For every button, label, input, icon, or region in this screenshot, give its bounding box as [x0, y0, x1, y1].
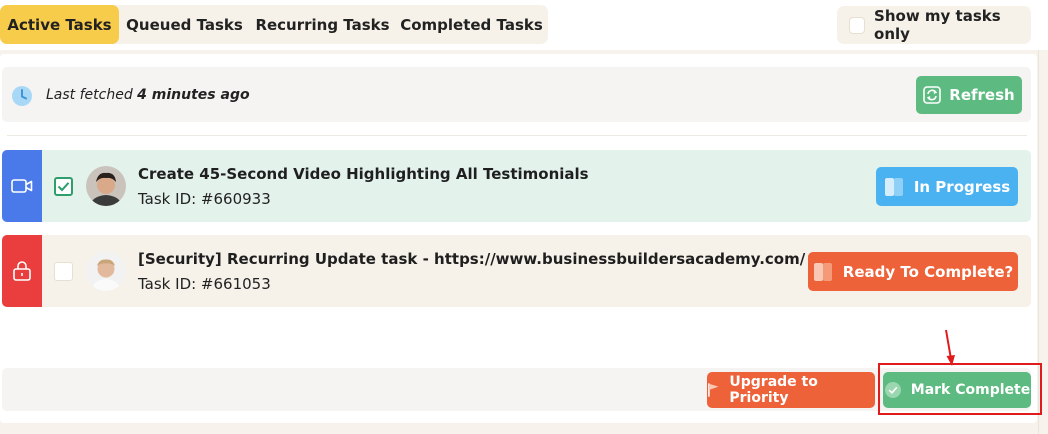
show-my-tasks-toggle[interactable]: Show my tasks only [837, 6, 1031, 44]
clock-icon [12, 86, 32, 106]
task-type-stripe [2, 235, 42, 307]
status-icon [813, 262, 832, 281]
task-title[interactable]: Create 45-Second Video Highlighting All … [138, 165, 589, 183]
tab-recurring-tasks[interactable]: Recurring Tasks [250, 5, 395, 44]
task-id: Task ID: #660933 [138, 190, 271, 208]
task-title[interactable]: [Security] Recurring Update task - https… [138, 250, 805, 268]
tab-queued-tasks[interactable]: Queued Tasks [119, 5, 250, 44]
upgrade-to-priority-label: Upgrade to Priority [729, 374, 818, 406]
annotation-arrow-icon [945, 329, 955, 366]
status-icon [884, 177, 903, 196]
tab-active-tasks[interactable]: Active Tasks [0, 5, 119, 44]
checkmark-icon [57, 182, 70, 192]
refresh-button[interactable]: Refresh [916, 76, 1022, 114]
task-row[interactable]: [Security] Recurring Update task - https… [2, 235, 1031, 307]
bulk-actions-bar [2, 368, 1031, 411]
flag-icon [708, 383, 719, 397]
in-progress-label: In Progress [913, 177, 1011, 196]
last-fetched-time: 4 minutes ago [137, 87, 250, 103]
in-progress-button[interactable]: In Progress [876, 167, 1018, 206]
section-divider [7, 135, 1027, 136]
last-fetched-text: Last fetched 4 minutes ago [46, 87, 250, 103]
task-type-stripe [2, 150, 42, 222]
last-fetched-prefix: Last fetched [46, 87, 133, 103]
tab-completed-tasks[interactable]: Completed Tasks [395, 5, 548, 44]
show-my-tasks-label: Show my tasks only [874, 7, 1001, 43]
task-checkbox[interactable] [54, 177, 73, 196]
avatar [86, 166, 126, 206]
annotation-highlight-box [878, 363, 1042, 415]
video-icon [11, 179, 33, 193]
ready-to-complete-label: Ready To Complete? [842, 262, 1014, 281]
task-id: Task ID: #661053 [138, 275, 271, 293]
avatar [86, 251, 126, 291]
task-row[interactable]: Create 45-Second Video Highlighting All … [2, 150, 1031, 222]
refresh-icon [923, 86, 942, 104]
task-tabs: Active Tasks Queued Tasks Recurring Task… [0, 5, 548, 44]
lock-icon [13, 261, 31, 281]
show-my-tasks-checkbox[interactable] [849, 16, 866, 34]
upgrade-to-priority-button[interactable]: Upgrade to Priority [707, 372, 875, 408]
task-checkbox[interactable] [54, 262, 73, 281]
ready-to-complete-button[interactable]: Ready To Complete? [808, 252, 1018, 291]
refresh-label: Refresh [949, 86, 1015, 104]
